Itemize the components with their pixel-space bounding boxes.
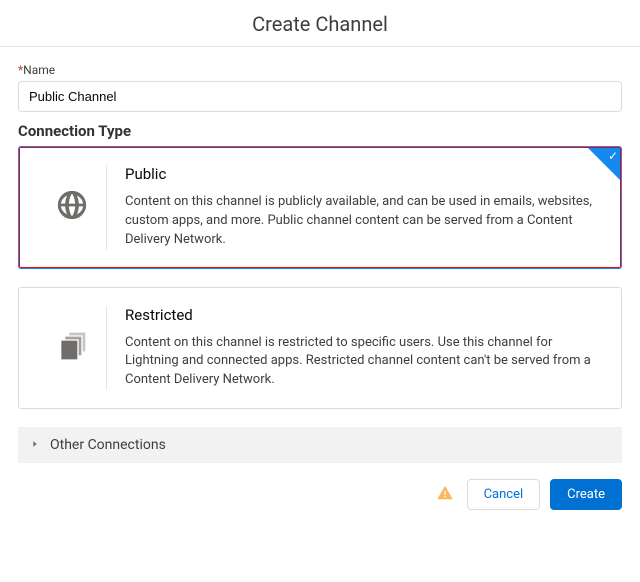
connection-type-title: Connection Type <box>18 122 622 140</box>
public-title: Public <box>125 165 603 183</box>
public-icon-col <box>37 165 107 250</box>
restricted-text: Restricted Content on this channel is re… <box>125 306 603 391</box>
other-connections-accordion[interactable]: Other Connections <box>18 427 622 463</box>
check-icon: ✓ <box>608 150 618 162</box>
other-connections-label: Other Connections <box>50 437 166 453</box>
name-label: *Name <box>18 63 622 77</box>
public-text: Public Content on this channel is public… <box>125 165 603 250</box>
restricted-icon-col <box>37 306 107 391</box>
dialog-footer: Cancel Create <box>0 463 640 518</box>
dialog-body: *Name Connection Type ✓ Public Content o… <box>0 63 640 463</box>
restricted-description: Content on this channel is restricted to… <box>125 334 603 391</box>
globe-icon <box>55 188 89 226</box>
warning-icon <box>437 485 453 505</box>
public-description: Content on this channel is publicly avai… <box>125 193 603 250</box>
restricted-title: Restricted <box>125 306 603 324</box>
connection-option-restricted[interactable]: Restricted Content on this channel is re… <box>18 287 622 410</box>
dialog-title: Create Channel <box>0 0 640 47</box>
chevron-right-icon <box>30 437 40 453</box>
name-label-text: Name <box>23 63 55 77</box>
cancel-button[interactable]: Cancel <box>467 479 541 510</box>
connection-option-public[interactable]: ✓ Public Content on this channel is publ… <box>18 146 622 269</box>
create-button[interactable]: Create <box>550 479 622 510</box>
name-input[interactable] <box>18 81 622 112</box>
files-icon <box>56 330 88 366</box>
